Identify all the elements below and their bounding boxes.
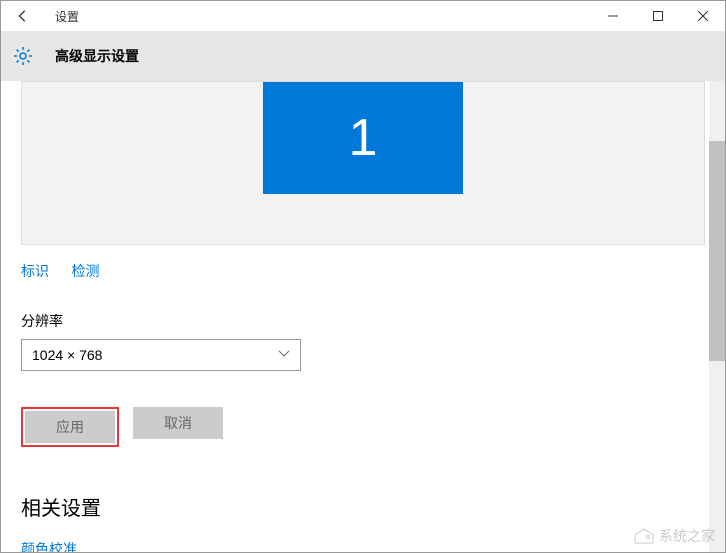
apply-button[interactable]: 应用 (25, 411, 115, 443)
page-heading: 高级显示设置 (55, 46, 139, 66)
close-button[interactable] (680, 1, 725, 31)
apply-button-highlight: 应用 (21, 407, 119, 447)
resolution-value: 1024 × 768 (32, 347, 102, 363)
color-calibration-link[interactable]: 颜色校准 (1, 521, 725, 552)
scrollbar-thumb[interactable] (709, 141, 725, 361)
window-title: 设置 (55, 8, 79, 25)
minimize-button[interactable] (590, 1, 635, 31)
maximize-button[interactable] (635, 1, 680, 31)
vertical-scrollbar[interactable] (709, 81, 725, 552)
header-bar: 高级显示设置 (1, 31, 725, 81)
cancel-button[interactable]: 取消 (133, 407, 223, 439)
button-row: 应用 取消 (1, 371, 725, 447)
content-area: 1 标识 检测 分辨率 1024 × 768 应用 取消 相关设置 颜色校准 (1, 81, 725, 552)
detect-link[interactable]: 检测 (71, 263, 99, 279)
gear-icon (13, 46, 33, 66)
resolution-dropdown[interactable]: 1024 × 768 (21, 339, 301, 371)
monitor-1[interactable]: 1 (263, 82, 463, 194)
monitor-links: 标识 检测 (1, 245, 725, 281)
monitor-preview-area: 1 (21, 81, 705, 245)
window-controls (590, 1, 725, 31)
chevron-down-icon (278, 350, 290, 361)
identify-link[interactable]: 标识 (21, 263, 49, 279)
resolution-label: 分辨率 (1, 281, 725, 339)
back-button[interactable] (11, 4, 35, 28)
related-settings-heading: 相关设置 (1, 447, 725, 521)
watermark-text: 系统之家 (659, 526, 715, 546)
watermark: 系统之家 (633, 526, 715, 546)
titlebar: 设置 (1, 1, 725, 31)
